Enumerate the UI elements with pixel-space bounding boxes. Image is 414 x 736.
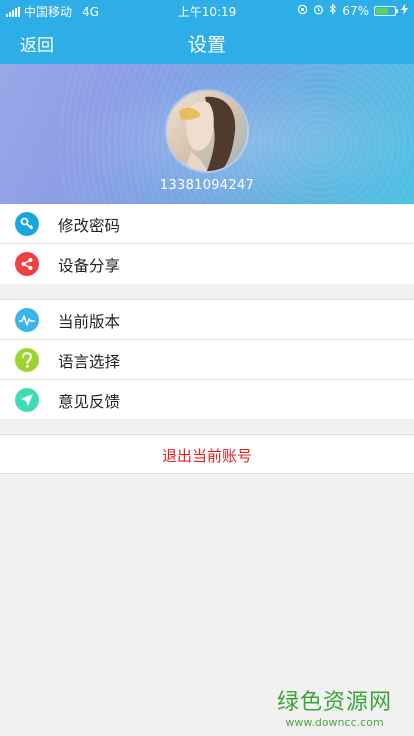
watermark-title: 绿色资源网 [276,690,392,715]
menu-item-device-share[interactable]: 设备分享 [0,244,414,284]
menu-item-label: 修改密码 [58,217,121,235]
status-bar: 中国移动 4G 上午10:19 67% [0,0,414,20]
menu-item-label: 当前版本 [58,313,121,331]
menu-item-label: 设备分享 [58,257,121,275]
watermark: 绿色资源网 www.downcc.com [277,684,392,729]
logout-button[interactable]: 退出当前账号 [0,434,414,474]
avatar-photo [167,91,247,171]
pulse-icon [15,308,39,332]
avatar[interactable] [167,91,247,171]
location-icon [297,4,308,18]
alarm-icon [313,4,324,18]
settings-group-account: 修改密码 设备分享 [0,204,414,284]
nav-bar: 返回 设置 [0,20,414,64]
menu-item-language[interactable]: 语言选择 [0,340,414,380]
menu-item-label: 意见反馈 [58,393,121,411]
logout-label: 退出当前账号 [161,447,252,465]
account-phone-number: 13381094247 [159,178,255,193]
question-icon [15,348,39,372]
menu-item-current-version[interactable]: 当前版本 [0,300,414,340]
send-icon [15,388,39,412]
key-icon [15,212,39,236]
battery-icon [374,5,398,16]
menu-item-change-password[interactable]: 修改密码 [0,204,414,244]
bluetooth-icon [329,3,337,18]
menu-item-feedback[interactable]: 意见反馈 [0,380,414,420]
status-right: 67% [297,3,408,18]
watermark-url: www.downcc.com [285,716,384,729]
profile-header: 13381094247 [0,64,414,204]
settings-group-app: 当前版本 语言选择 意见反馈 [0,299,414,419]
battery-percent: 67% [342,3,369,18]
menu-item-label: 语言选择 [58,353,121,371]
charging-icon [401,3,408,18]
page-title: 设置 [187,34,226,56]
share-icon [15,252,39,276]
